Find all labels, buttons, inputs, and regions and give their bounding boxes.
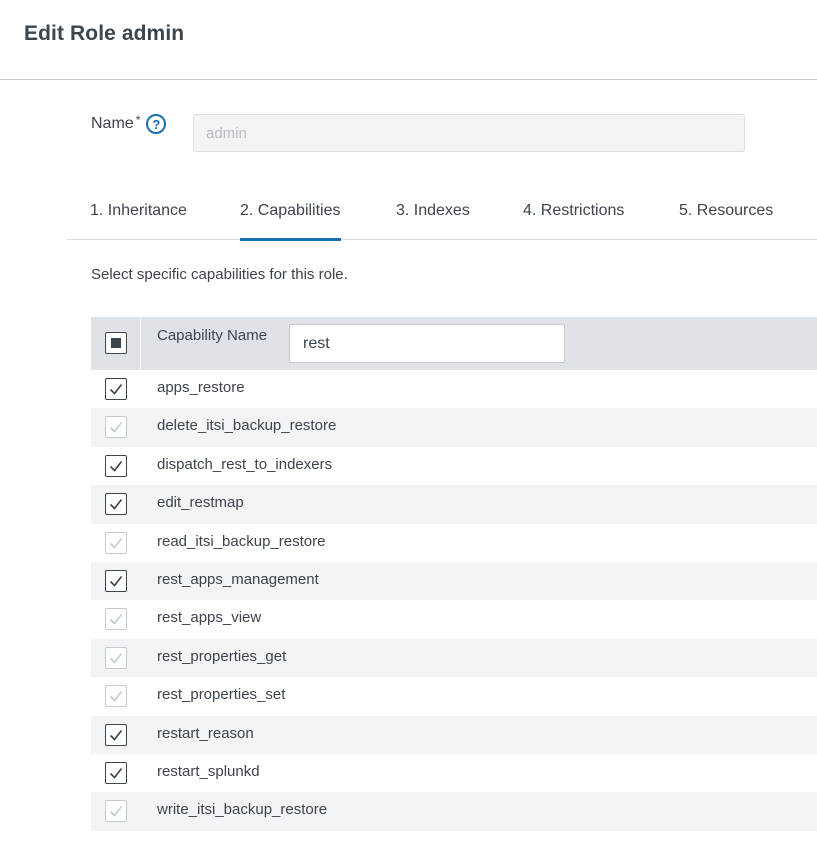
checkmark-icon: [109, 460, 123, 472]
checkmark-icon: [109, 499, 123, 510]
tab-resources[interactable]: 5. Resources: [679, 190, 773, 240]
table-row: rest_properties_get: [91, 638, 817, 678]
capability-name: delete_itsi_backup_restore: [157, 417, 337, 435]
checkmark-icon: [109, 767, 123, 779]
table-header: Capability Name rest: [91, 317, 817, 370]
tab-capabilities[interactable]: 2. Capabilities: [240, 190, 341, 241]
page-title: Edit Role admin: [24, 21, 185, 45]
capability-name: dispatch_rest_to_indexers: [157, 455, 333, 473]
table-row: rest_apps_view: [91, 600, 817, 638]
checkmark-icon: [109, 575, 123, 587]
capability-filter-input[interactable]: rest: [289, 324, 565, 363]
table-row: rest_apps_management: [91, 561, 817, 601]
capability-name: read_itsi_backup_restore: [157, 532, 326, 550]
capabilities-table: Capability Name rest apps_restore delete_…: [91, 317, 817, 831]
capability-checkbox[interactable]: [105, 723, 127, 746]
checkmark-icon: [109, 691, 123, 702]
capability-name: apps_restore: [157, 379, 245, 396]
name-field-row: Name * ?: [91, 113, 167, 134]
capabilities-description: Select specific capabilities for this ro…: [91, 266, 348, 283]
capability-checkbox: [105, 685, 127, 708]
checkmark-icon: [109, 729, 123, 741]
checkmark-icon: [109, 537, 123, 549]
capability-checkbox[interactable]: [105, 454, 127, 477]
name-label: Name * ?: [91, 113, 167, 134]
help-icon[interactable]: ?: [146, 114, 167, 134]
tab-bar: 1. Inheritance 2. Capabilities 3. Indexe…: [67, 190, 817, 241]
capability-checkbox[interactable]: [105, 378, 127, 400]
required-marker: *: [135, 113, 141, 127]
table-row: delete_itsi_backup_restore: [91, 408, 817, 447]
capability-name: edit_restmap: [157, 494, 244, 512]
table-row: rest_properties_set: [91, 677, 817, 715]
capability-checkbox[interactable]: [105, 493, 127, 516]
table-row: dispatch_rest_to_indexers: [91, 447, 817, 485]
capability-checkbox: [105, 800, 127, 823]
page-header: Edit Role admin: [0, 0, 817, 80]
checkmark-icon: [109, 422, 123, 434]
table-row: restart_splunkd: [91, 754, 817, 792]
name-input: admin: [193, 114, 745, 152]
tab-indexes[interactable]: 3. Indexes: [396, 190, 470, 240]
capability-checkbox: [105, 608, 127, 631]
table-row: apps_restore: [91, 370, 817, 408]
capability-name: write_itsi_backup_restore: [157, 801, 328, 819]
partial-check-icon: [111, 338, 121, 348]
table-body: apps_restore delete_itsi_backup_restoredi…: [91, 370, 817, 831]
table-row: restart_reason: [91, 715, 817, 754]
capability-checkbox[interactable]: [105, 761, 127, 784]
name-label-text: Name: [91, 115, 134, 132]
table-row: write_itsi_backup_restore: [91, 792, 817, 831]
capability-name: rest_apps_management: [157, 570, 319, 588]
capability-checkbox[interactable]: [105, 569, 127, 592]
capability-name: rest_properties_get: [157, 647, 287, 665]
tab-restrictions[interactable]: 4. Restrictions: [523, 190, 624, 240]
capability-name: rest_properties_set: [157, 686, 286, 704]
capability-checkbox: [105, 531, 127, 554]
capability-name: rest_apps_view: [157, 609, 262, 627]
checkmark-icon: [109, 652, 123, 664]
table-row: read_itsi_backup_restore: [91, 524, 817, 562]
table-row: edit_restmap: [91, 485, 817, 524]
capability-name: restart_reason: [157, 724, 254, 742]
capability-checkbox: [105, 646, 127, 669]
capability-checkbox: [105, 416, 127, 439]
checkmark-icon: [109, 614, 123, 626]
select-all-checkbox[interactable]: [105, 332, 127, 354]
capability-name-header: Capability Name: [157, 327, 268, 344]
tab-inheritance[interactable]: 1. Inheritance: [90, 190, 187, 240]
checkmark-icon: [109, 806, 123, 818]
checkmark-icon: [109, 384, 123, 395]
capability-name: restart_splunkd: [157, 762, 260, 780]
